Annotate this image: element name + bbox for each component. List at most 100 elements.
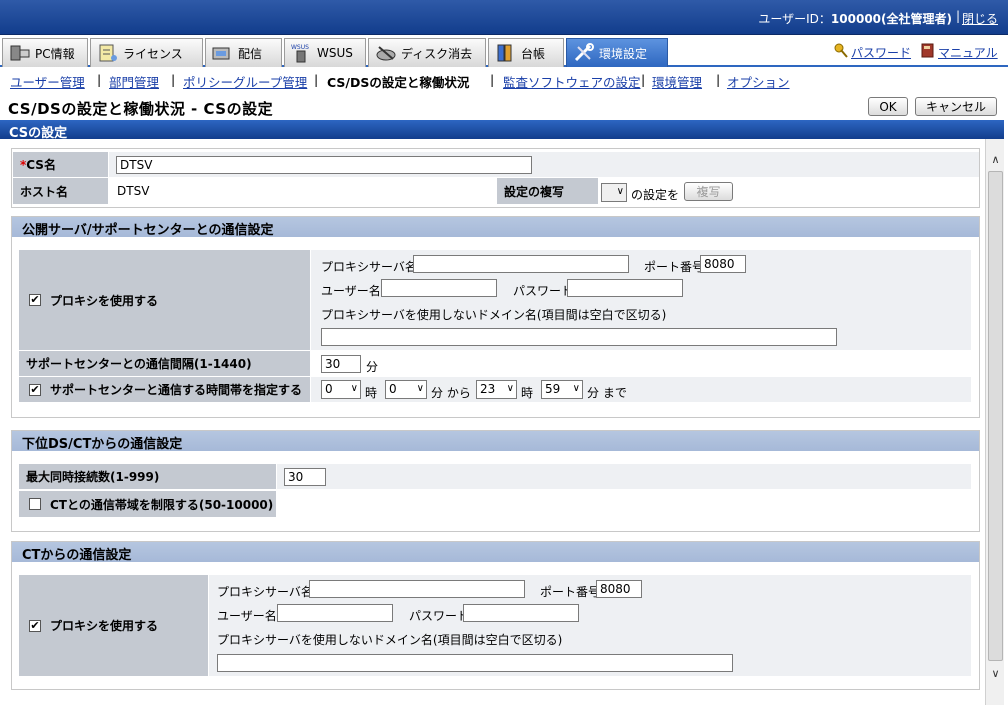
ct-port-input[interactable]: 8080 <box>596 580 642 598</box>
no-proxy-label: プロキシサーバを使用しないドメイン名(項目間は空白で区切る) <box>321 308 667 322</box>
subnav-dept-mgmt[interactable]: 部門管理 <box>109 72 159 91</box>
user-id: ユーザーID：100000(全社管理者) <box>758 12 952 26</box>
host-label: ホスト名 <box>13 178 108 204</box>
ct-password-label: パスワード <box>409 609 470 623</box>
scroll-thumb[interactable] <box>988 171 1003 661</box>
use-proxy-checkbox[interactable]: ✔ <box>29 294 41 306</box>
ct-comm-block: CTからの通信設定 ✔ プロキシを使用する プロキシサーバ名 ポート番号 808… <box>11 541 980 690</box>
proxy-user-label: ユーザー名 <box>321 284 381 298</box>
copy-suffix: の設定を <box>631 188 680 202</box>
from-hour-select[interactable]: 0 ∨ <box>321 380 361 399</box>
limit-bw-checkbox[interactable] <box>29 498 41 510</box>
port-input[interactable]: 8080 <box>700 255 746 273</box>
limit-bw-label: CTとの通信帯域を制限する(50-10000) <box>50 497 274 512</box>
max-conn-label: 最大同時接続数(1-999) <box>19 464 276 489</box>
interval-label: サポートセンターとの通信間隔(1-1440) <box>19 351 310 376</box>
key-icon <box>834 43 848 58</box>
password-link[interactable]: パスワード <box>851 44 911 61</box>
no-proxy-input[interactable] <box>321 328 837 346</box>
chevron-down-icon: ∨ <box>506 383 514 394</box>
tab-disk-erase[interactable]: ディスク消去 <box>368 38 486 67</box>
chevron-down-icon: ∨ <box>416 383 424 394</box>
use-proxy-cell: ✔ プロキシを使用する <box>19 250 310 350</box>
ct-user-label: ユーザー名 <box>217 609 277 623</box>
tab-ledger[interactable]: 台帳 <box>488 38 564 67</box>
close-link[interactable]: 閉じる <box>962 10 998 27</box>
ok-button[interactable]: OK <box>868 97 908 116</box>
timeband-label: サポートセンターと通信する時間帯を指定する <box>50 383 303 397</box>
top-bar: ユーザーID：100000(全社管理者) | 閉じる <box>0 0 1008 35</box>
subnav-separator: | <box>171 72 176 87</box>
separator: | <box>955 9 960 23</box>
copy-settings-label: 設定の複写 <box>497 178 598 204</box>
settings-icon <box>573 43 595 63</box>
timeband-checkbox[interactable]: ✔ <box>29 383 41 396</box>
tab-label: 配信 <box>238 46 263 61</box>
tab-wsus[interactable]: WSUS WSUS <box>284 38 366 67</box>
ct-password-input[interactable] <box>463 604 579 622</box>
tab-pc-info[interactable]: PC情報 <box>2 38 88 67</box>
chevron-down-icon: ∨ <box>350 383 358 394</box>
license-icon <box>97 43 119 63</box>
ct-no-proxy-label: プロキシサーバを使用しないドメイン名(項目間は空白で区切る) <box>217 633 563 647</box>
subnav-separator: | <box>314 72 319 87</box>
lower-ds-block: 下位DS/CTからの通信設定 最大同時接続数(1-999) 30 CTとの通信帯… <box>11 430 980 532</box>
ct-no-proxy-input[interactable] <box>217 654 733 672</box>
ct-proxy-server-label: プロキシサーバ名 <box>217 585 313 599</box>
scroll-up-icon[interactable]: ∧ <box>988 153 1003 169</box>
tab-delivery[interactable]: 配信 <box>205 38 282 67</box>
subnav-separator: | <box>716 72 721 87</box>
manual-link[interactable]: マニュアル <box>938 44 998 61</box>
chevron-down-icon: ∨ <box>572 383 580 394</box>
from-min-select[interactable]: 0 ∨ <box>385 380 427 399</box>
page-header: CS/DSの設定と稼働状況 - CSの設定 OK キャンセル <box>0 93 1008 120</box>
ct-proxy-server-input[interactable] <box>309 580 525 598</box>
lower-ds-title: 下位DS/CTからの通信設定 <box>12 431 979 452</box>
copy-button[interactable]: 複写 <box>684 182 733 201</box>
subnav-user-mgmt[interactable]: ユーザー管理 <box>10 72 85 91</box>
from-min-unit: 分 から <box>431 386 471 400</box>
cs-name-label: * CS名 <box>13 152 108 177</box>
tab-label: ディスク消去 <box>401 46 473 61</box>
to-hour-select[interactable]: 23 ∨ <box>476 380 517 399</box>
tab-settings[interactable]: 環境設定 <box>566 38 668 67</box>
cs-name-input[interactable]: DTSV <box>116 156 532 174</box>
proxy-password-input[interactable] <box>567 279 683 297</box>
subnav-separator: | <box>641 72 646 87</box>
use-proxy-label: プロキシを使用する <box>50 293 159 308</box>
subnav-options[interactable]: オプション <box>727 72 790 91</box>
ct-use-proxy-label: プロキシを使用する <box>50 619 159 633</box>
scroll-down-icon[interactable]: ∨ <box>988 667 1003 683</box>
interval-unit: 分 <box>366 360 379 374</box>
ct-comm-title: CTからの通信設定 <box>12 542 979 563</box>
limit-bw-cell: CTとの通信帯域を制限する(50-10000) <box>19 491 276 517</box>
interval-input[interactable]: 30 <box>321 355 361 373</box>
proxy-user-input[interactable] <box>381 279 497 297</box>
proxy-server-input[interactable] <box>413 255 629 273</box>
tab-label: 環境設定 <box>599 46 648 61</box>
subnav-monitor-software[interactable]: 監査ソフトウェアの設定 <box>503 72 641 91</box>
ct-port-label: ポート番号 <box>540 585 601 599</box>
pc-icon <box>9 43 31 63</box>
subnav-policy-group[interactable]: ポリシーグループ管理 <box>183 72 307 91</box>
subnav-env-mgmt[interactable]: 環境管理 <box>652 72 702 91</box>
subnav-separator: | <box>490 72 495 87</box>
timeband-cell: ✔ サポートセンターと通信する時間帯を指定する <box>19 377 310 402</box>
interval-cell: 30 分 <box>311 351 971 376</box>
proxy-server-label: プロキシサーバ名 <box>321 260 417 274</box>
ct-use-proxy-checkbox[interactable]: ✔ <box>29 619 41 632</box>
to-min-select[interactable]: 59 ∨ <box>541 380 583 399</box>
vertical-scrollbar[interactable]: ∧ ∨ <box>985 139 1004 705</box>
tab-license[interactable]: ライセンス <box>90 38 203 67</box>
host-value: DTSV <box>117 184 150 198</box>
ct-user-input[interactable] <box>277 604 393 622</box>
ct-use-proxy-cell: ✔ プロキシを使用する <box>19 575 208 676</box>
cancel-button[interactable]: キャンセル <box>915 97 997 116</box>
chevron-down-icon: ∨ <box>616 186 624 197</box>
section-title: CSの設定 <box>0 120 1004 141</box>
manual-icon <box>921 43 935 58</box>
max-conn-input[interactable]: 30 <box>284 468 326 486</box>
svg-text:WSUS: WSUS <box>291 44 309 51</box>
tab-label: ライセンス <box>123 46 183 61</box>
copy-source-select[interactable]: ∨ <box>601 183 627 202</box>
